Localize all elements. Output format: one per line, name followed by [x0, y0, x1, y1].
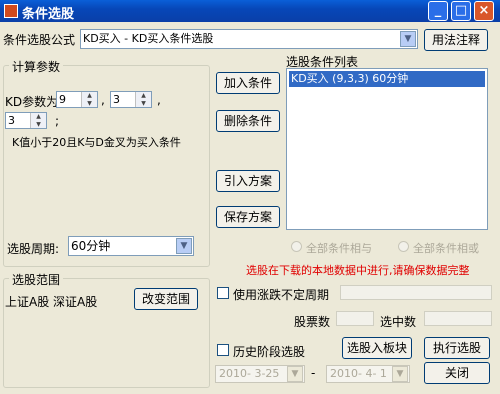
add-to-block-button[interactable]: 选股入板块 [342, 337, 412, 359]
close-window-button[interactable]: × [474, 1, 494, 21]
title-bar [0, 0, 500, 22]
warning-text: 选股在下载的本地数据中进行,请确保数据完整 [246, 264, 470, 277]
close-button[interactable]: 关闭 [424, 362, 490, 384]
window-title: 条件选股 [22, 7, 75, 22]
history-label: 历史阶段选股 [233, 345, 306, 359]
formula-label: 条件选股公式 [3, 33, 76, 47]
minimize-button[interactable]: _ [428, 1, 448, 21]
param-description: K值小于20且K与D金叉为买入条件 [12, 136, 181, 149]
selected-count-label: 选中数 [380, 315, 417, 329]
scope-legend: 选股范围 [9, 271, 64, 288]
params-legend: 计算参数 [9, 58, 64, 75]
stock-count-field [336, 311, 374, 326]
unstable-period-checkbox[interactable] [217, 287, 229, 299]
chevron-down-icon[interactable]: ▼ [392, 366, 408, 382]
change-scope-button[interactable]: 改变范围 [134, 288, 198, 310]
and-label: 全部条件相与 [306, 242, 372, 255]
period-label: 选股周期: [7, 242, 60, 256]
selected-count-field [424, 311, 492, 326]
add-condition-button[interactable]: 加入条件 [216, 72, 280, 94]
help-button[interactable]: 用法注释 [424, 29, 488, 51]
or-label: 全部条件相或 [413, 242, 479, 255]
save-scheme-button[interactable]: 保存方案 [216, 206, 280, 228]
chevron-down-icon[interactable]: ▼ [400, 31, 416, 47]
execute-button[interactable]: 执行选股 [424, 337, 490, 359]
semicolon-separator: ; [55, 114, 60, 128]
import-scheme-button[interactable]: 引入方案 [216, 170, 280, 192]
scope-text: 上证A股 深证A股 [5, 295, 98, 309]
stock-count-label: 股票数 [294, 315, 331, 329]
maximize-button[interactable]: □ [451, 1, 471, 21]
delete-condition-button[interactable]: 删除条件 [216, 110, 280, 132]
condition-list[interactable]: KD买入 (9,3,3) 60分钟 [286, 68, 488, 230]
kd-params-label: KD参数为 [5, 95, 59, 109]
param-3-spinner[interactable]: ▲ ▼ [30, 113, 46, 128]
or-radio[interactable] [398, 241, 409, 252]
app-icon [4, 4, 18, 18]
list-item[interactable]: KD买入 (9,3,3) 60分钟 [289, 71, 485, 87]
and-radio[interactable] [291, 241, 302, 252]
unstable-period-field [340, 285, 492, 300]
chevron-down-icon[interactable]: ▼ [176, 238, 192, 254]
comma-separator: , [157, 93, 161, 107]
param-2-spinner[interactable]: ▲ ▼ [135, 92, 151, 107]
date-dash: - [311, 366, 316, 380]
comma-separator: , [101, 93, 105, 107]
history-checkbox[interactable] [217, 344, 229, 356]
unstable-period-label: 使用涨跌不定周期 [233, 288, 330, 302]
formula-select[interactable]: KD买入 - KD买入条件选股 [80, 29, 418, 49]
param-1-spinner[interactable]: ▲ ▼ [81, 92, 97, 107]
chevron-down-icon[interactable]: ▼ [287, 366, 303, 382]
